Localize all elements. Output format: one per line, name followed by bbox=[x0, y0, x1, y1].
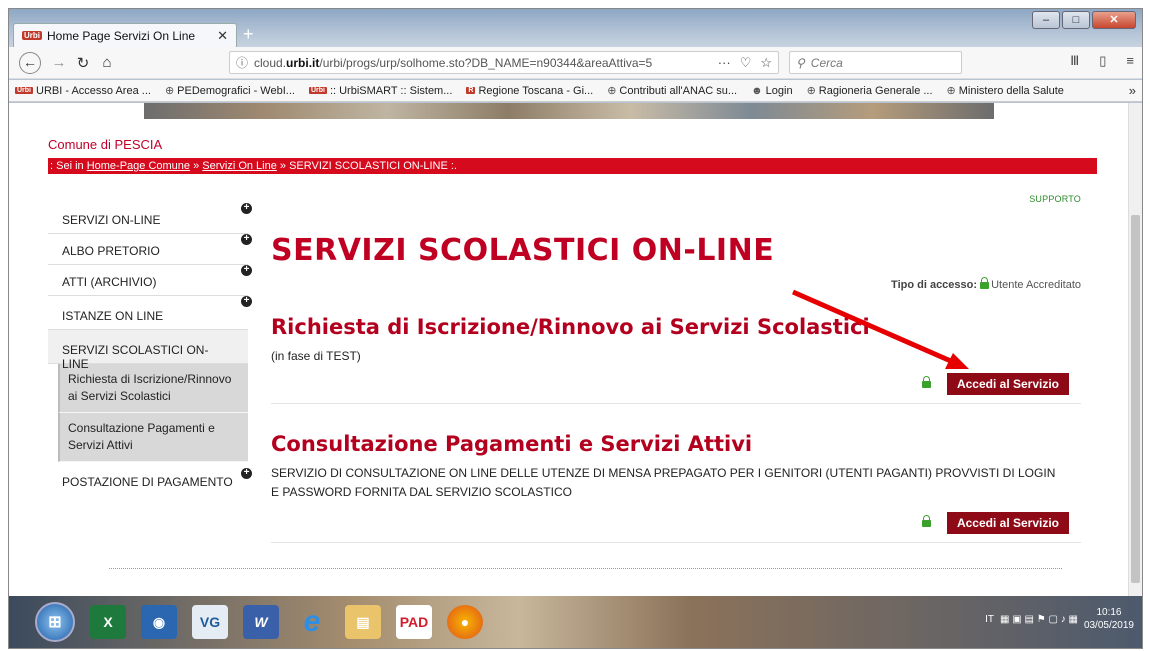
expand-icon[interactable]: + bbox=[241, 296, 252, 307]
sidebar: SERVIZI ON-LINE + ALBO PRETORIO + ATTI (AR… bbox=[48, 203, 252, 496]
info-icon[interactable]: ⓘ bbox=[236, 54, 248, 71]
breadcrumb: : Sei in Home-Page Comune » Servizi On L… bbox=[48, 158, 1097, 174]
forward-icon[interactable]: → bbox=[47, 54, 71, 71]
word-icon[interactable]: W bbox=[243, 605, 279, 639]
browser-window: Urbi Home Page Servizi On Line ✕ + – □ ✕… bbox=[8, 8, 1143, 649]
new-tab-icon[interactable]: + bbox=[243, 25, 254, 43]
globe-icon: ⊕ bbox=[946, 85, 956, 97]
scrollbar-thumb[interactable] bbox=[1131, 215, 1140, 583]
system-tray: IT ▦ ▣ ▤ ⚑ ▢ ♪ ▦ 10:16 03/05/2019 bbox=[985, 606, 1134, 632]
minimize-icon[interactable]: – bbox=[1032, 11, 1060, 29]
bookmark-anac[interactable]: ⊕ Contributi all'ANAC su... bbox=[607, 84, 737, 98]
url-text: cloud.urbi.it/urbi/progs/urp/solhome.sto… bbox=[254, 55, 653, 70]
sidebar-item-servizi-scolastici[interactable]: SERVIZI SCOLASTICI ON-LINE bbox=[48, 330, 248, 371]
supporto-link[interactable]: SUPPORTO bbox=[1029, 194, 1081, 204]
pocket-icon[interactable]: ♡ bbox=[740, 55, 752, 71]
urbi-icon: Urbi bbox=[15, 87, 33, 94]
vertical-scrollbar[interactable] bbox=[1128, 103, 1142, 596]
maximize-icon[interactable]: □ bbox=[1062, 11, 1090, 29]
address-bar[interactable]: ⓘ cloud.urbi.it/urbi/progs/urp/solhome.s… bbox=[229, 51, 779, 74]
language-indicator[interactable]: IT bbox=[985, 614, 994, 625]
reload-icon[interactable]: ↻ bbox=[71, 54, 95, 72]
bookmark-star-icon[interactable]: ☆ bbox=[760, 55, 772, 71]
bookmark-login[interactable]: ☻ Login bbox=[751, 85, 793, 97]
bookmark-pedemografici[interactable]: ⊕ PEDemografici - WebI... bbox=[164, 84, 295, 98]
expand-icon[interactable]: + bbox=[241, 265, 252, 276]
sidebar-subitem-consultazione[interactable]: Consultazione Pagamenti e Servizi Attivi bbox=[58, 413, 248, 462]
window-controls: – □ ✕ bbox=[1032, 11, 1136, 29]
pad-icon[interactable]: PAD bbox=[396, 605, 432, 639]
start-button-icon[interactable]: ⊞ bbox=[35, 602, 75, 642]
breadcrumb-servizi-link[interactable]: Servizi On Line bbox=[202, 160, 277, 172]
regione-icon: R bbox=[466, 87, 476, 94]
tab-bar: Urbi Home Page Servizi On Line ✕ + – □ ✕ bbox=[9, 9, 1142, 47]
access-type: Tipo di accesso: Utente Accreditato bbox=[891, 277, 1081, 291]
header-banner-image bbox=[144, 103, 994, 119]
sidebar-item-albo-pretorio[interactable]: ALBO PRETORIO + bbox=[48, 234, 252, 265]
home-icon[interactable]: ⌂ bbox=[95, 54, 119, 71]
sidebar-item-postazione-pagamento[interactable]: POSTAZIONE DI PAGAMENTO + bbox=[48, 462, 252, 496]
firefox-icon[interactable]: ● bbox=[447, 605, 483, 639]
vg-icon[interactable]: VG bbox=[192, 605, 228, 639]
close-window-icon[interactable]: ✕ bbox=[1092, 11, 1136, 29]
explorer-icon[interactable]: ▤ bbox=[345, 605, 381, 639]
expand-icon[interactable]: + bbox=[241, 203, 252, 214]
bookmark-urbismart[interactable]: Urbi:: UrbiSMART :: Sistem... bbox=[308, 85, 452, 97]
ie-icon[interactable]: e bbox=[294, 605, 330, 639]
lock-icon bbox=[921, 514, 931, 527]
sidebar-item-istanze-online[interactable]: ISTANZE ON LINE + bbox=[48, 296, 252, 330]
page-viewport: Comune di PESCIA : Sei in Home-Page Comu… bbox=[9, 103, 1142, 596]
lock-icon bbox=[921, 375, 931, 388]
globe-icon: ⊕ bbox=[806, 85, 816, 97]
menu-icon[interactable]: ≡ bbox=[1126, 53, 1134, 69]
comune-title: Comune di PESCIA bbox=[48, 137, 163, 152]
service-description: (in fase di TEST) bbox=[271, 349, 361, 363]
breadcrumb-home-link[interactable]: Home-Page Comune bbox=[87, 160, 190, 172]
urbi-icon: Urbi bbox=[308, 87, 327, 94]
library-icon[interactable]: Ⅲ bbox=[1070, 53, 1079, 69]
page-actions-icon[interactable]: ··· bbox=[718, 55, 731, 71]
expand-icon[interactable]: + bbox=[241, 234, 252, 245]
service-title: Consultazione Pagamenti e Servizi Attivi bbox=[271, 432, 753, 456]
clock[interactable]: 10:16 03/05/2019 bbox=[1084, 606, 1134, 632]
accedi-servizio-button[interactable]: Accedi al Servizio bbox=[946, 373, 1069, 395]
outlook-icon[interactable]: ◉ bbox=[141, 605, 177, 639]
bookmark-ragioneria[interactable]: ⊕ Ragioneria Generale ... bbox=[806, 84, 933, 98]
bookmark-regione-toscana[interactable]: R Regione Toscana - Gi... bbox=[466, 85, 593, 97]
excel-icon[interactable]: X bbox=[90, 605, 126, 639]
sidebar-subitem-richiesta[interactable]: Richiesta di Iscrizione/Rinnovo ai Servi… bbox=[58, 364, 248, 413]
sidebar-item-atti-archivio[interactable]: ATTI (ARCHIVIO) + bbox=[48, 265, 252, 296]
service-consultazione: Consultazione Pagamenti e Servizi Attivi… bbox=[271, 432, 1081, 543]
accedi-servizio-button[interactable]: Accedi al Servizio bbox=[946, 512, 1069, 534]
tab-title: Home Page Servizi On Line bbox=[47, 28, 196, 43]
back-icon[interactable]: ← bbox=[19, 51, 41, 74]
page-title: SERVIZI SCOLASTICI ON-LINE bbox=[271, 233, 775, 268]
more-bookmarks-icon[interactable]: » bbox=[1129, 83, 1136, 98]
service-description: SERVIZIO DI CONSULTAZIONE ON LINE DELLE … bbox=[271, 466, 1056, 499]
globe-icon: ⊕ bbox=[164, 85, 175, 97]
service-title: Richiesta di Iscrizione/Rinnovo ai Servi… bbox=[271, 315, 870, 339]
expand-icon[interactable]: + bbox=[241, 468, 252, 479]
service-richiesta: Richiesta di Iscrizione/Rinnovo ai Servi… bbox=[271, 315, 1081, 404]
search-icon: ⚲ bbox=[796, 55, 805, 70]
tray-icons[interactable]: ▦ ▣ ▤ ⚑ ▢ ♪ ▦ bbox=[1000, 614, 1078, 625]
login-icon: ☻ bbox=[751, 84, 763, 97]
sidebar-icon[interactable]: ▯ bbox=[1099, 53, 1106, 69]
urbi-favicon-icon: Urbi bbox=[22, 31, 42, 40]
windows-taskbar: ⊞ X ◉ VG W e ▤ PAD ● IT ▦ ▣ ▤ ⚑ ▢ ♪ ▦ 10… bbox=[9, 596, 1142, 648]
bookmarks-bar: Urbi URBI - Accesso Area ... ⊕ PEDemografi… bbox=[9, 80, 1142, 102]
close-tab-icon[interactable]: ✕ bbox=[217, 28, 228, 44]
bookmark-urbi[interactable]: Urbi URBI - Accesso Area ... bbox=[15, 85, 151, 97]
bookmark-ministero[interactable]: ⊕ Ministero della Salute bbox=[946, 84, 1064, 98]
globe-icon: ⊕ bbox=[607, 85, 617, 97]
sidebar-item-servizi-online[interactable]: SERVIZI ON-LINE + bbox=[48, 203, 252, 234]
lock-icon bbox=[980, 277, 990, 289]
navigation-bar: ← → ↻ ⌂ ⓘ cloud.urbi.it/urbi/progs/urp/s… bbox=[9, 47, 1142, 79]
search-placeholder: Cerca bbox=[810, 55, 843, 70]
tab-home-page[interactable]: Urbi Home Page Servizi On Line ✕ bbox=[13, 23, 237, 47]
search-box[interactable]: ⚲ Cerca bbox=[789, 51, 962, 74]
divider bbox=[109, 568, 1062, 569]
